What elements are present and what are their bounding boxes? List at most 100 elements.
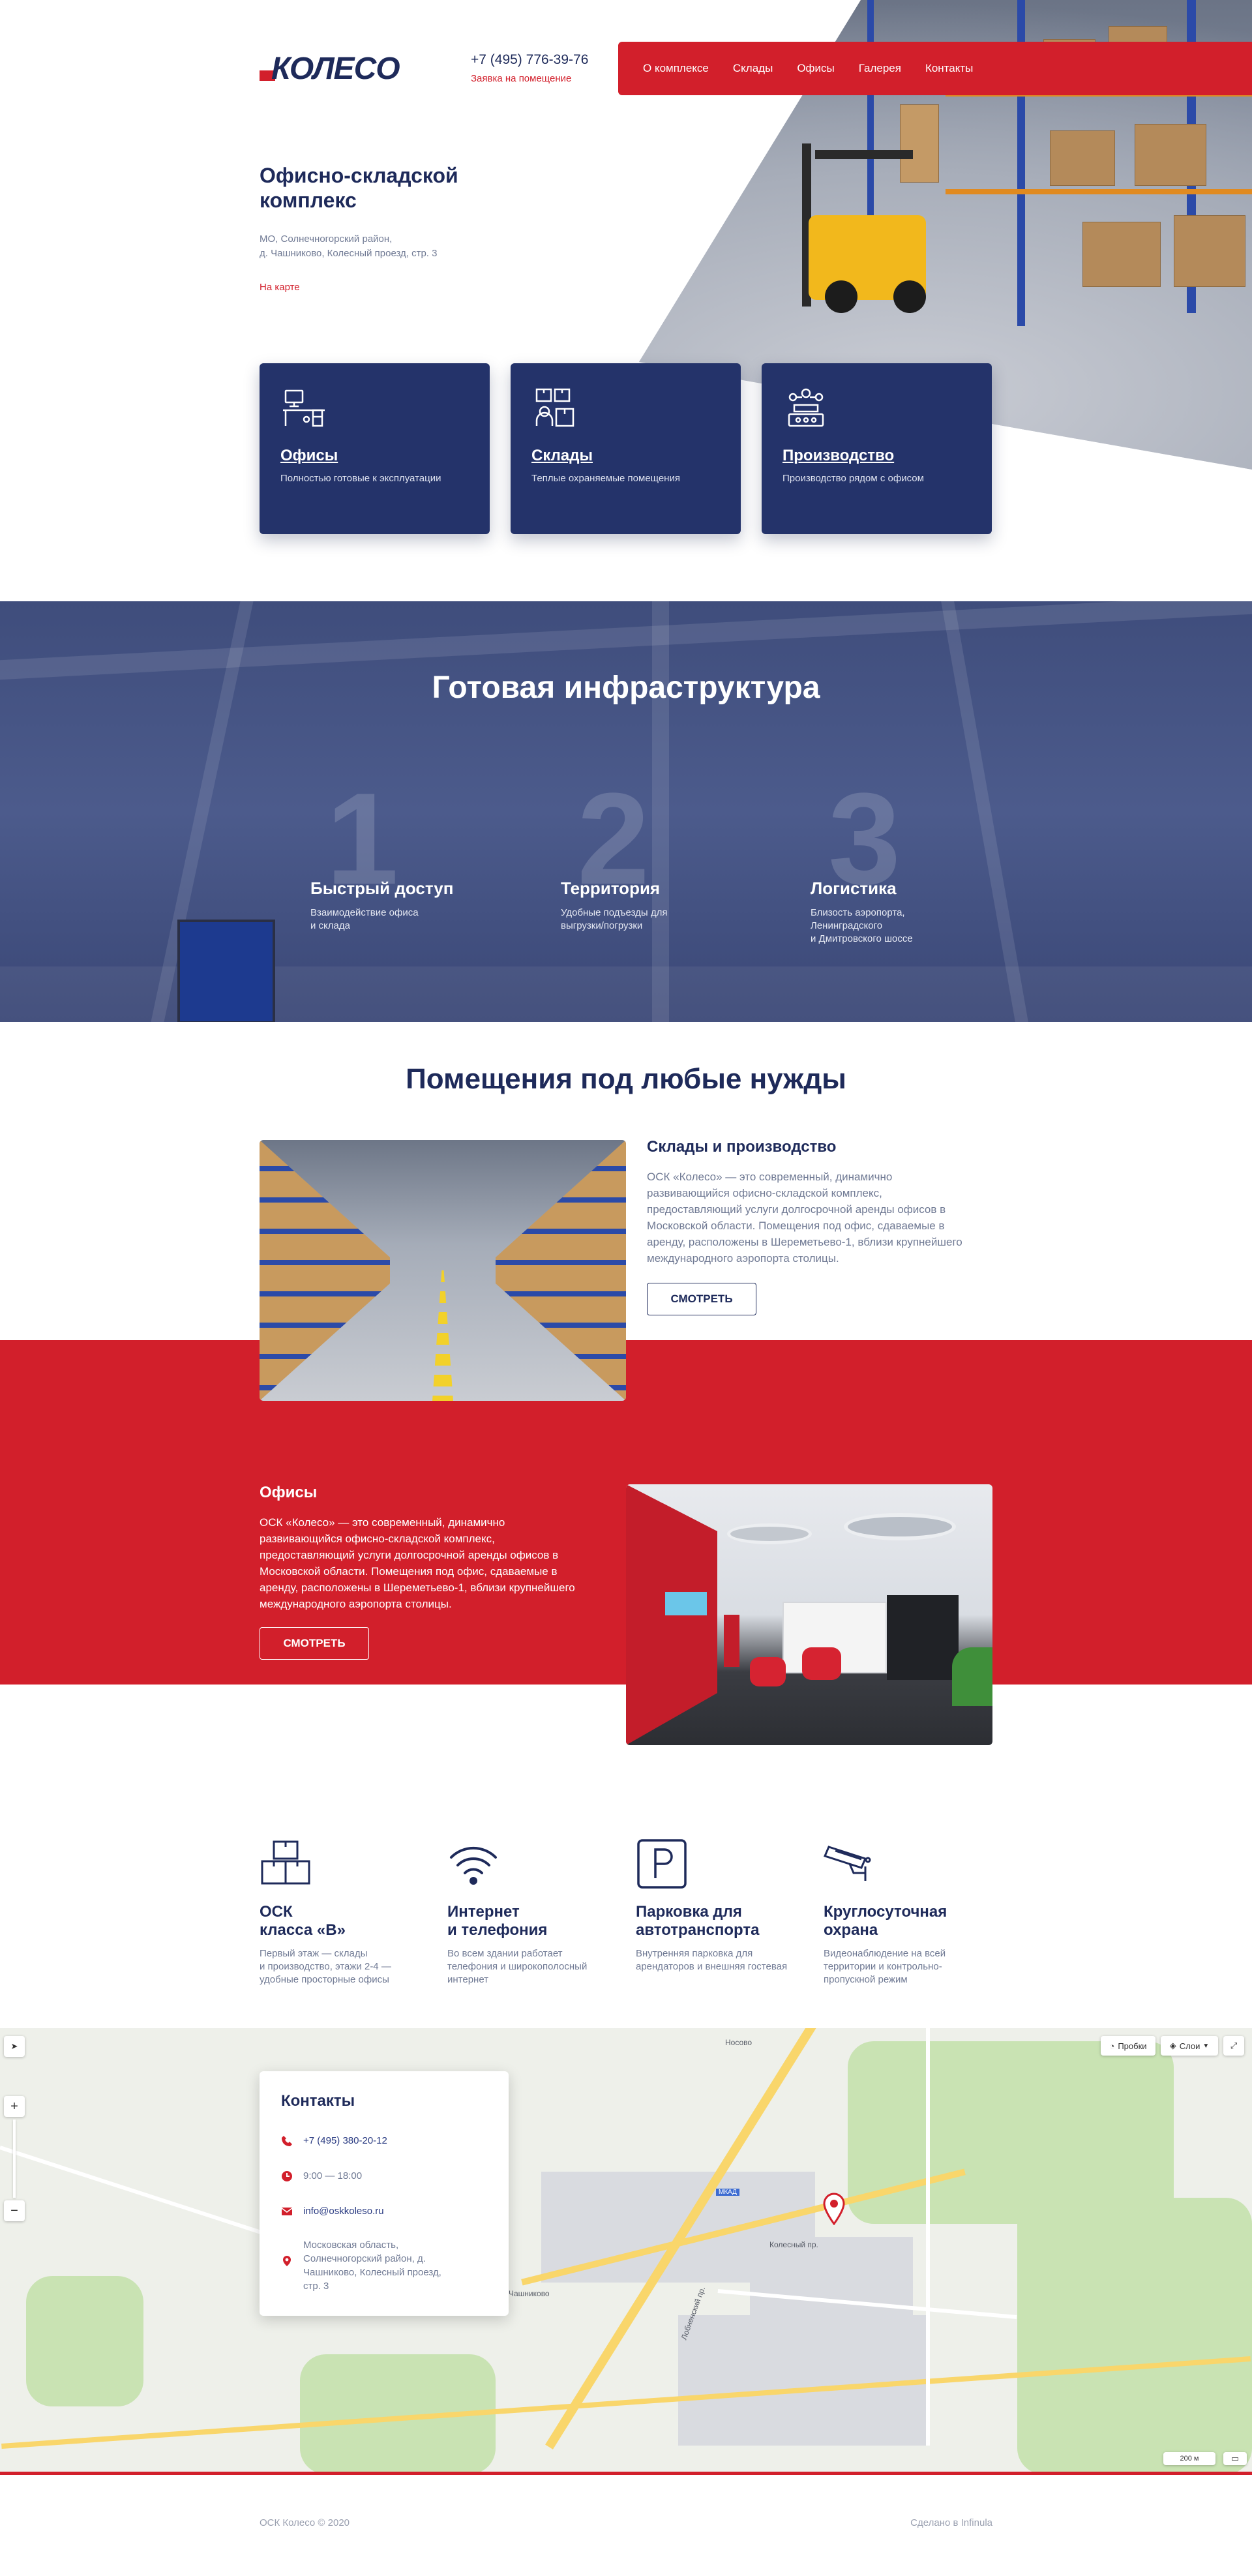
map-traffic-label: Пробки bbox=[1118, 2041, 1147, 2051]
map-locate-button[interactable]: ➤ bbox=[4, 2036, 25, 2057]
nav-item-gallery[interactable]: Галерея bbox=[859, 62, 901, 75]
wifi-icon bbox=[450, 1846, 497, 1885]
amenity-title: Интернет и телефония bbox=[447, 1903, 617, 1939]
warehouse-door bbox=[177, 920, 275, 1022]
card-subtitle: Теплые охраняемые помещения bbox=[531, 473, 680, 484]
amenity-text: Видеонаблюдение на всей территории и кон… bbox=[824, 1947, 1000, 1986]
amenity-text-line: территории и контрольно- bbox=[824, 1961, 942, 1972]
contact-address-line: Чашниково, Колесный проезд, bbox=[303, 2267, 441, 2278]
request-space-link[interactable]: Заявка на помещение bbox=[471, 73, 571, 84]
contact-address-row: Московская область, Солнечногорский райо… bbox=[281, 2238, 441, 2293]
map-label: Носово bbox=[725, 2038, 753, 2047]
map-layers-button[interactable]: ◈ Слои ▼ bbox=[1161, 2036, 1218, 2056]
contacts-title: Контакты bbox=[281, 2092, 355, 2110]
security-camera-icon bbox=[824, 1846, 871, 1881]
card-title: Склады bbox=[531, 447, 593, 464]
amenity-text-line: телефония и широкополосный bbox=[447, 1961, 588, 1972]
map-scale-label: 200 м bbox=[1180, 2455, 1199, 2463]
card-subtitle: Производство рядом с офисом bbox=[782, 473, 924, 484]
nav-item-contacts[interactable]: Контакты bbox=[925, 62, 973, 75]
parking-icon bbox=[637, 1839, 687, 1889]
amenity-title-line: автотранспорта bbox=[636, 1921, 760, 1939]
map-traffic-button[interactable]: ◔ Пробки bbox=[1101, 2036, 1155, 2056]
card-warehouses[interactable]: Склады Теплые охраняемые помещения bbox=[511, 363, 741, 534]
map-bottom-line bbox=[0, 2472, 1252, 2475]
production-icon bbox=[788, 388, 824, 427]
card-subtitle: Полностью готовые к эксплуатации bbox=[280, 473, 441, 484]
mail-icon bbox=[281, 2208, 293, 2215]
contact-address-line: Московская область, bbox=[303, 2239, 399, 2251]
warehouse-boxes-icon bbox=[535, 388, 574, 427]
amenity-title-line: и телефония bbox=[447, 1921, 548, 1939]
nav-item-warehouses[interactable]: Склады bbox=[733, 62, 773, 75]
contact-email-link[interactable]: info@oskkoleso.ru bbox=[303, 2204, 384, 2218]
map-zoom-in-button[interactable]: + bbox=[4, 2096, 25, 2117]
layers-icon: ◈ bbox=[1169, 2041, 1176, 2050]
office-lobby-photo bbox=[626, 1484, 992, 1745]
amenity-title-line: Интернет bbox=[447, 1903, 520, 1921]
warehouses-view-button[interactable]: СМОТРЕТЬ bbox=[647, 1283, 756, 1315]
card-production[interactable]: Производство Производство рядом с офисом bbox=[762, 363, 992, 534]
map-pin-icon[interactable] bbox=[823, 2193, 845, 2225]
hero-address-line: д. Чашниково, Колесный проезд, стр. 3 bbox=[260, 248, 438, 259]
logo[interactable]: КОЛЕСО bbox=[260, 51, 429, 87]
main-nav: О комплексе Склады Офисы Галерея Контакт… bbox=[618, 42, 1252, 95]
boxes-icon bbox=[261, 1840, 310, 1885]
amenity-text-line: пропускной режим bbox=[824, 1974, 908, 1985]
map-fullscreen-button[interactable]: ⤢ bbox=[1223, 2036, 1244, 2056]
feature-text-line: и склада bbox=[310, 920, 350, 931]
card-offices[interactable]: Офисы Полностью готовые к эксплуатации bbox=[260, 363, 490, 534]
feature-text-line: Взаимодействие офиса bbox=[310, 907, 419, 918]
contact-address-line: Солнечногорский район, д. bbox=[303, 2253, 426, 2264]
header-phone[interactable]: +7 (495) 776-39-76 bbox=[471, 52, 588, 68]
clock-icon bbox=[282, 2171, 292, 2181]
feature-text-line: Ленинградского bbox=[811, 920, 883, 931]
feature-text: Взаимодействие офиса и склада bbox=[310, 906, 447, 933]
offices-view-button[interactable]: СМОТРЕТЬ bbox=[260, 1627, 369, 1660]
contact-phone-link[interactable]: +7 (495) 380-20-12 bbox=[303, 2134, 387, 2148]
amenity-title: Парковка для автотранспорта bbox=[636, 1903, 805, 1939]
map-zoom-out-button[interactable]: − bbox=[4, 2200, 25, 2221]
amenity-text: Первый этаж — склады и производство, эта… bbox=[260, 1947, 436, 1986]
amenity-text: Во всем здании работает телефония и широ… bbox=[447, 1947, 623, 1986]
nav-item-offices[interactable]: Офисы bbox=[797, 62, 834, 75]
amenity-title: ОСК класса «В» bbox=[260, 1903, 429, 1939]
amenity-title-line: охрана bbox=[824, 1921, 878, 1939]
phone-icon bbox=[282, 2136, 292, 2146]
amenity-title-line: Круглосуточная bbox=[824, 1903, 947, 1921]
contact-address-line: стр. 3 bbox=[303, 2281, 329, 2292]
map-zoom-slider[interactable] bbox=[13, 2119, 16, 2198]
traffic-icon: ◔ bbox=[1109, 2041, 1115, 2051]
contact-hours-row: 9:00 — 18:00 bbox=[281, 2169, 362, 2183]
contact-email-row: info@oskkoleso.ru bbox=[281, 2204, 384, 2218]
map[interactable]: Носово Чашниково Лобненский пр. Колесный… bbox=[0, 2028, 1252, 2474]
nav-item-about[interactable]: О комплексе bbox=[643, 62, 709, 75]
map-scale: 200 м bbox=[1163, 2452, 1215, 2465]
amenity-text-line: арендаторов и внешняя гостевая bbox=[636, 1961, 788, 1972]
on-map-link[interactable]: На карте bbox=[260, 282, 300, 293]
feature-text-line: выгрузки/погрузки bbox=[561, 920, 643, 931]
amenity-title-line: класса «В» bbox=[260, 1921, 346, 1939]
map-ruler-button[interactable]: ▭ bbox=[1223, 2452, 1247, 2465]
amenity-text-line: Внутренняя парковка для bbox=[636, 1948, 753, 1959]
hero-address-line: МО, Солнечногорский район, bbox=[260, 233, 393, 245]
page-title: Офисно-складской комплекс bbox=[260, 164, 458, 212]
contact-phone-row: +7 (495) 380-20-12 bbox=[281, 2134, 387, 2148]
feature-text-line: Удобные подъезды для bbox=[561, 907, 668, 918]
offices-title: Офисы bbox=[260, 1484, 318, 1501]
offices-text: ОСК «Колесо» — это современный, динамичн… bbox=[260, 1516, 575, 1610]
feature-title: Территория bbox=[561, 878, 661, 898]
amenity-title-line: ОСК bbox=[260, 1903, 293, 1921]
amenity-text-line: и производство, этажи 2-4 — bbox=[260, 1961, 391, 1972]
amenity-text-line: Первый этаж — склады bbox=[260, 1948, 368, 1959]
amenity-title: Круглосуточная охрана bbox=[824, 1903, 993, 1939]
infrastructure-section: Готовая инфраструктура 1 Быстрый доступ … bbox=[0, 601, 1252, 1022]
footer-made-by-link[interactable]: Сделано в Infinula bbox=[902, 2517, 992, 2528]
contact-hours: 9:00 — 18:00 bbox=[303, 2170, 363, 2181]
card-title: Производство bbox=[782, 447, 895, 464]
location-pin-icon bbox=[283, 2256, 291, 2266]
contact-address: Московская область, Солнечногорский райо… bbox=[303, 2238, 441, 2293]
amenity-title-line: Парковка для bbox=[636, 1903, 742, 1921]
map-label: Колесный пр. bbox=[769, 2240, 818, 2249]
feature-text: Близость аэропорта, Ленинградского и Дми… bbox=[811, 906, 947, 946]
